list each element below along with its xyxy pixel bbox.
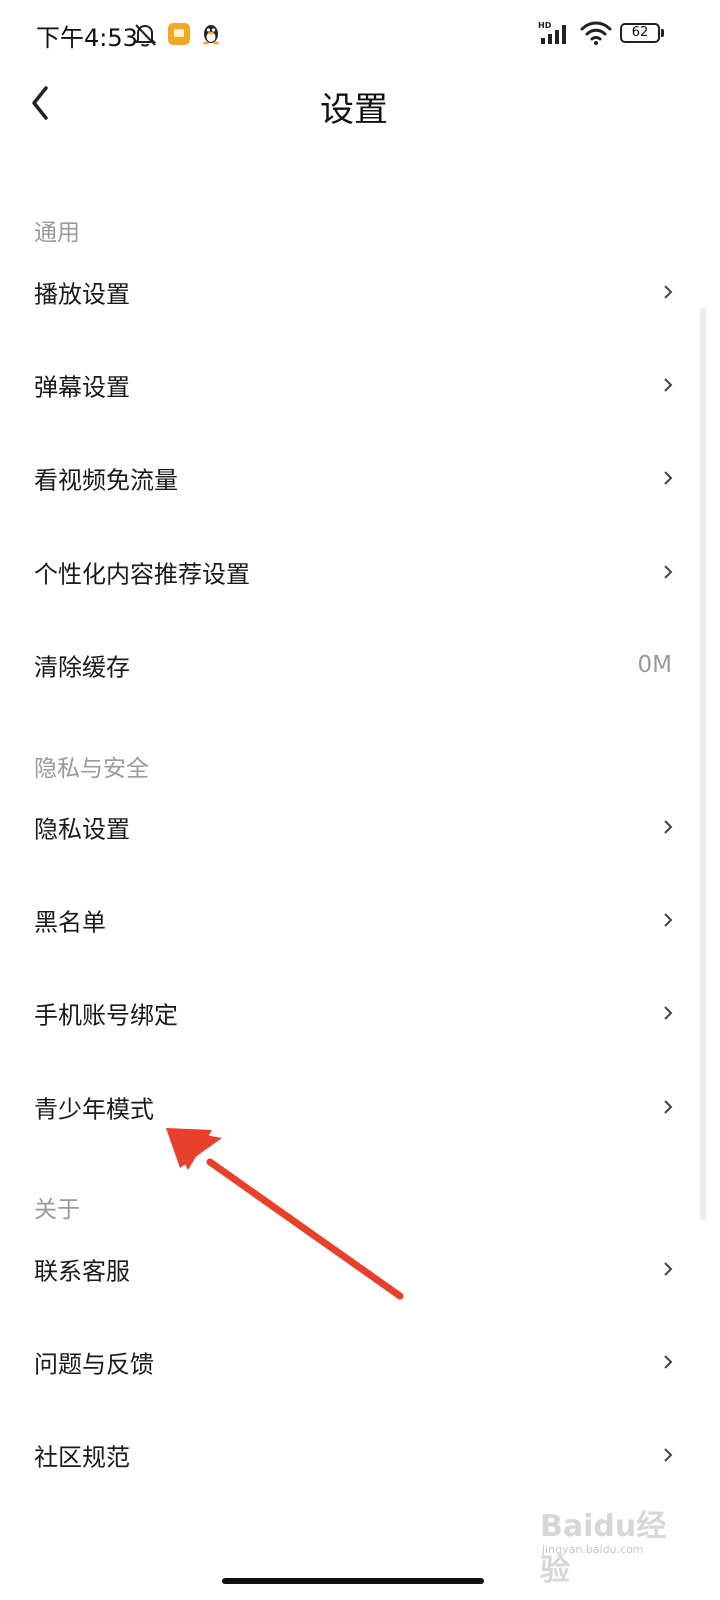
annotation-arrow-icon (166, 1128, 404, 1300)
qq-penguin-icon (203, 25, 219, 45)
settings-row-privacy[interactable]: 隐私设置 (0, 780, 700, 873)
wifi-icon (580, 21, 612, 45)
settings-row-community-rules[interactable]: 社区规范 (0, 1408, 700, 1501)
page-title: 设置 (0, 82, 720, 131)
watermark-url: jingyan.baidu.com (542, 1543, 644, 1556)
page-title-text: 设置 (320, 90, 388, 130)
settings-row-feedback[interactable]: 问题与反馈 (0, 1315, 700, 1408)
row-label: 社区规范 (34, 1443, 130, 1471)
chevron-right-icon (664, 1099, 673, 1114)
row-label: 联系客服 (34, 1257, 130, 1285)
chevron-right-icon (664, 470, 673, 485)
row-label: 弹幕设置 (34, 373, 130, 401)
settings-row-recommendation[interactable]: 个性化内容推荐设置 (0, 525, 700, 618)
chevron-right-icon (664, 819, 673, 834)
row-label: 黑名单 (34, 908, 106, 936)
home-indicator[interactable] (222, 1578, 484, 1584)
chevron-right-icon (664, 1005, 673, 1020)
cache-size-value: 0M (637, 651, 672, 678)
bell-off-icon (133, 24, 157, 47)
chevron-right-icon (664, 1261, 673, 1276)
header: 设置 (0, 70, 720, 140)
settings-row-data-free[interactable]: 看视频免流量 (0, 431, 700, 524)
status-time: 下午4:53 (36, 24, 138, 52)
row-label: 个性化内容推荐设置 (34, 560, 250, 588)
row-label: 隐私设置 (34, 815, 130, 843)
row-label: 青少年模式 (34, 1095, 154, 1123)
chevron-right-icon (664, 564, 673, 579)
row-label: 手机账号绑定 (34, 1001, 178, 1029)
chevron-right-icon (664, 284, 673, 299)
settings-row-phone-binding[interactable]: 手机账号绑定 (0, 966, 700, 1059)
hd-signal-icon: HD (538, 21, 566, 44)
settings-row-danmaku[interactable]: 弹幕设置 (0, 338, 700, 431)
chevron-right-icon (664, 1447, 673, 1462)
chevron-right-icon (664, 912, 673, 927)
chevron-right-icon (664, 1354, 673, 1369)
chevron-right-icon (664, 377, 673, 392)
settings-row-clear-cache[interactable]: 清除缓存 0M (0, 618, 700, 711)
row-label: 清除缓存 (34, 653, 130, 681)
section-header-general: 通用 (34, 220, 80, 246)
svg-text:HD: HD (538, 21, 552, 30)
battery-level: 62 (631, 25, 649, 40)
settings-row-playback[interactable]: 播放设置 (0, 245, 700, 338)
row-label: 看视频免流量 (34, 466, 178, 494)
settings-row-blacklist[interactable]: 黑名单 (0, 873, 700, 966)
notification-app-icon (168, 23, 190, 45)
row-label: 问题与反馈 (34, 1350, 154, 1378)
row-label: 播放设置 (34, 280, 130, 308)
watermark-logo: Baidu经验 jingyan.baidu.com (538, 1497, 678, 1588)
section-header-about: 关于 (34, 1197, 80, 1223)
scrollbar[interactable] (700, 308, 706, 1220)
section-header-privacy: 隐私与安全 (34, 756, 149, 782)
battery-icon: 62 (620, 23, 664, 43)
status-bar: 下午4:53 HD 62 (0, 0, 720, 70)
